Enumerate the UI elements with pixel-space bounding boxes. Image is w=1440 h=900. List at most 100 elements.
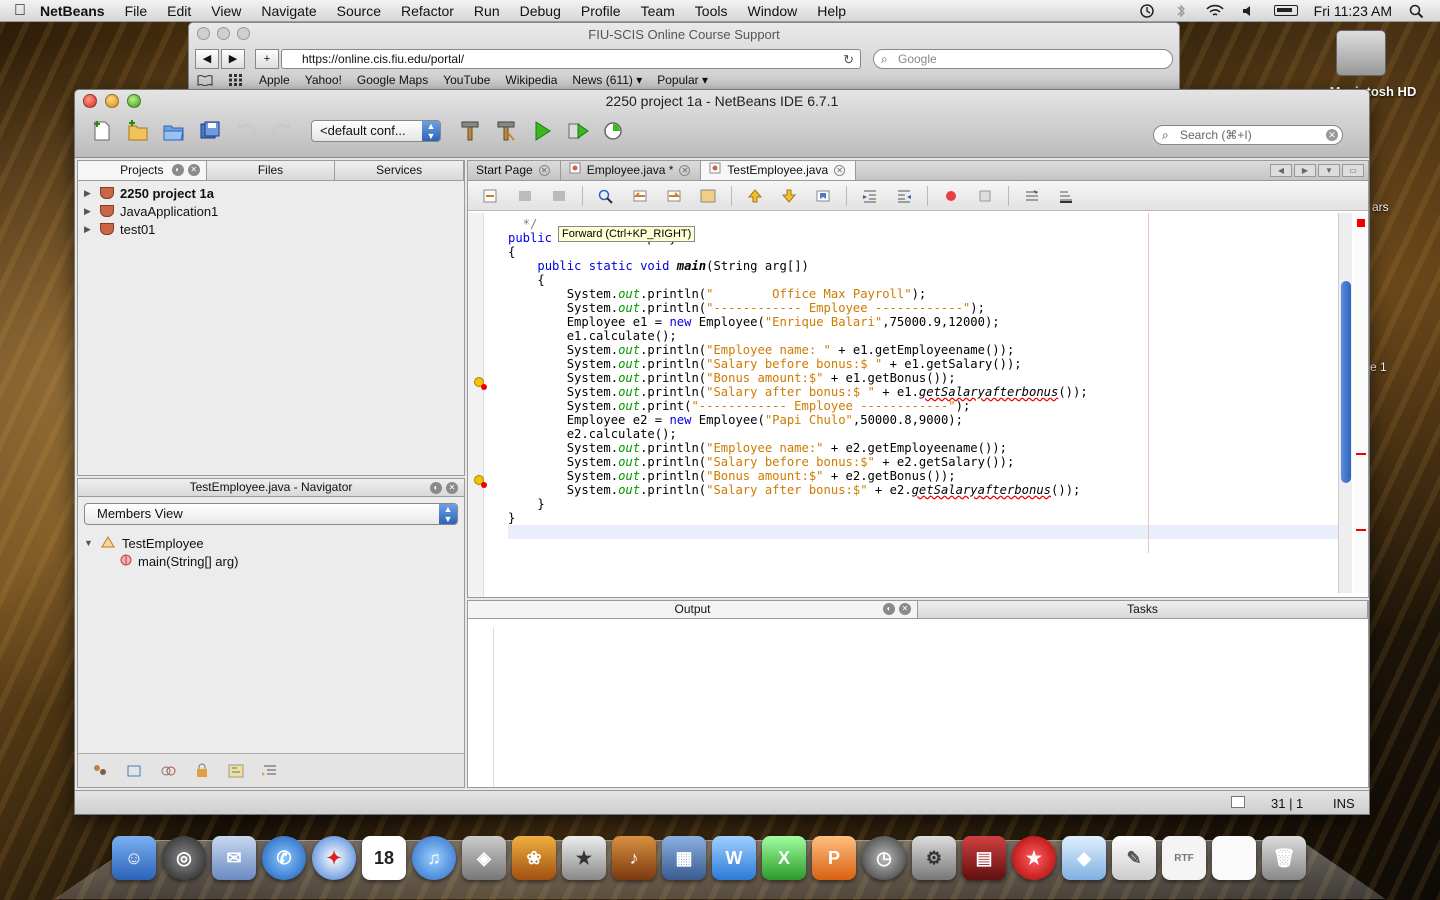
photo-booth-icon[interactable]: ▤	[962, 836, 1006, 880]
source-code[interactable]: */ public class TestEmployee { public st…	[508, 217, 1088, 525]
bookmark-popular[interactable]: Popular ▾	[657, 73, 708, 87]
close-panel-icon[interactable]: ✕	[899, 603, 911, 615]
bookmarks-book-icon[interactable]	[197, 74, 213, 86]
rtf-document-icon[interactable]: RTF	[1162, 836, 1206, 880]
apple-menu-icon[interactable]: 	[0, 2, 40, 20]
menu-tools[interactable]: Tools	[695, 3, 728, 19]
save-all-button[interactable]	[197, 118, 223, 144]
debug-button[interactable]	[565, 118, 591, 144]
tab-tasks[interactable]: Tasks	[918, 601, 1368, 618]
downloads-stack-icon[interactable]	[1212, 836, 1256, 880]
menubar-clock[interactable]: Fri 11:23 AM	[1314, 3, 1392, 19]
finder-icon[interactable]: ☺	[112, 836, 156, 880]
expand-arrow-icon[interactable]: ▶	[84, 224, 94, 235]
tab-testemployee-java[interactable]: TestEmployee.java ✕	[701, 161, 856, 180]
code-editor[interactable]: */ public class TestEmployee { public st…	[468, 213, 1368, 597]
shift-right-icon[interactable]	[893, 187, 915, 205]
safari-icon[interactable]: ✦	[312, 836, 356, 880]
desktop-item-label[interactable]: ars	[1372, 200, 1389, 214]
desktop-item-label[interactable]: e 1	[1370, 360, 1387, 374]
time-machine-icon[interactable]	[1138, 4, 1156, 18]
garageband-icon[interactable]: ♪	[612, 836, 656, 880]
find-previous-icon[interactable]	[629, 187, 651, 205]
close-tab-icon[interactable]: ✕	[539, 165, 550, 176]
project-node[interactable]: ▶ JavaApplication1	[84, 202, 458, 220]
bookmark-youtube[interactable]: YouTube	[443, 73, 490, 87]
sort-by-name-icon[interactable]	[226, 762, 246, 780]
maximize-editor-icon[interactable]: ▭	[1342, 164, 1364, 177]
error-hint-icon[interactable]	[474, 475, 484, 485]
menu-refactor[interactable]: Refactor	[401, 3, 454, 19]
netbeans-dock-icon[interactable]: ◆	[1062, 836, 1106, 880]
reload-icon[interactable]: ↻	[843, 51, 854, 69]
clear-search-icon[interactable]: ✕	[1326, 129, 1338, 141]
close-tab-icon[interactable]: ✕	[679, 165, 690, 176]
previous-bookmark-icon[interactable]	[744, 187, 766, 205]
back-icon[interactable]	[514, 187, 536, 205]
expand-arrow-icon[interactable]: ▶	[84, 206, 94, 217]
toggle-bookmark-icon[interactable]	[812, 187, 834, 205]
menu-help[interactable]: Help	[817, 3, 846, 19]
comment-icon[interactable]	[1021, 187, 1043, 205]
close-panel-icon[interactable]: ✕	[188, 164, 200, 176]
powerpoint-icon[interactable]: P	[812, 836, 856, 880]
error-mark[interactable]	[1356, 529, 1366, 531]
back-button[interactable]: ◀	[195, 49, 219, 69]
iphoto-icon[interactable]: ❀	[512, 836, 556, 880]
tab-employee-java[interactable]: Employee.java * ✕	[561, 161, 702, 180]
expand-arrow-icon[interactable]: ▶	[84, 188, 94, 199]
menu-source[interactable]: Source	[337, 3, 381, 19]
tab-start-page[interactable]: Start Page ✕	[468, 161, 561, 180]
google-search-field[interactable]: ⌕ Google	[873, 49, 1173, 69]
scroll-tabs-right-icon[interactable]: ▶	[1294, 164, 1316, 177]
menu-team[interactable]: Team	[641, 3, 675, 19]
bluetooth-icon[interactable]	[1172, 4, 1190, 18]
shift-left-icon[interactable]	[859, 187, 881, 205]
preview-icon[interactable]: ◈	[462, 836, 506, 880]
show-non-public-icon[interactable]	[192, 762, 212, 780]
minimize-panel-icon[interactable]: ◐	[430, 482, 442, 494]
add-bookmark-button[interactable]: +	[255, 49, 279, 69]
profile-button[interactable]	[601, 118, 627, 144]
project-node[interactable]: ▶ 2250 project 1a	[84, 184, 458, 202]
show-opened-documents-icon[interactable]: ▼	[1318, 164, 1340, 177]
minimize-panel-icon[interactable]: ◐	[883, 603, 895, 615]
menu-view[interactable]: View	[211, 3, 241, 19]
time-machine-icon[interactable]: ◷	[862, 836, 906, 880]
stop-macro-icon[interactable]	[974, 187, 996, 205]
tab-projects[interactable]: Projects ◐ ✕	[78, 161, 207, 180]
menu-window[interactable]: Window	[747, 3, 797, 19]
mail-icon[interactable]: ✉	[212, 836, 256, 880]
ical-icon[interactable]: 18	[362, 836, 406, 880]
excel-icon[interactable]: X	[762, 836, 806, 880]
tab-files[interactable]: Files	[207, 161, 336, 180]
run-button[interactable]	[529, 118, 555, 144]
show-static-icon[interactable]	[158, 762, 178, 780]
ichat-icon[interactable]: ✆	[262, 836, 306, 880]
menu-app-name[interactable]: NetBeans	[40, 3, 105, 19]
url-field[interactable]: https://online.cis.fiu.edu/portal/ ↻	[281, 49, 861, 69]
configuration-select[interactable]: <default conf... ▲ ▼	[311, 120, 441, 142]
open-project-button[interactable]	[161, 118, 187, 144]
scroll-tabs-left-icon[interactable]: ◀	[1270, 164, 1292, 177]
word-icon[interactable]: W	[712, 836, 756, 880]
find-icon[interactable]	[595, 187, 617, 205]
undo-button[interactable]	[233, 118, 259, 144]
project-node[interactable]: ▶ test01	[84, 220, 458, 238]
bookmark-news[interactable]: News (611) ▾	[572, 73, 642, 87]
uncomment-icon[interactable]	[1055, 187, 1077, 205]
sort-by-source-icon[interactable]	[260, 762, 280, 780]
error-mark[interactable]	[1356, 453, 1366, 455]
members-view-select[interactable]: Members View ▲ ▼	[84, 503, 458, 525]
pokerstars-icon[interactable]: ★	[1012, 836, 1056, 880]
wifi-icon[interactable]	[1206, 4, 1224, 18]
error-summary-icon[interactable]	[1357, 219, 1365, 227]
dashboard-icon[interactable]: ◎	[162, 836, 206, 880]
error-stripe[interactable]	[1354, 213, 1368, 593]
close-tab-icon[interactable]: ✕	[834, 165, 845, 176]
menu-file[interactable]: File	[125, 3, 148, 19]
minimize-panel-icon[interactable]: ◐	[172, 164, 184, 176]
bookmark-google-maps[interactable]: Google Maps	[357, 73, 428, 87]
itunes-icon[interactable]: ♫	[412, 836, 456, 880]
new-project-button[interactable]	[125, 118, 151, 144]
